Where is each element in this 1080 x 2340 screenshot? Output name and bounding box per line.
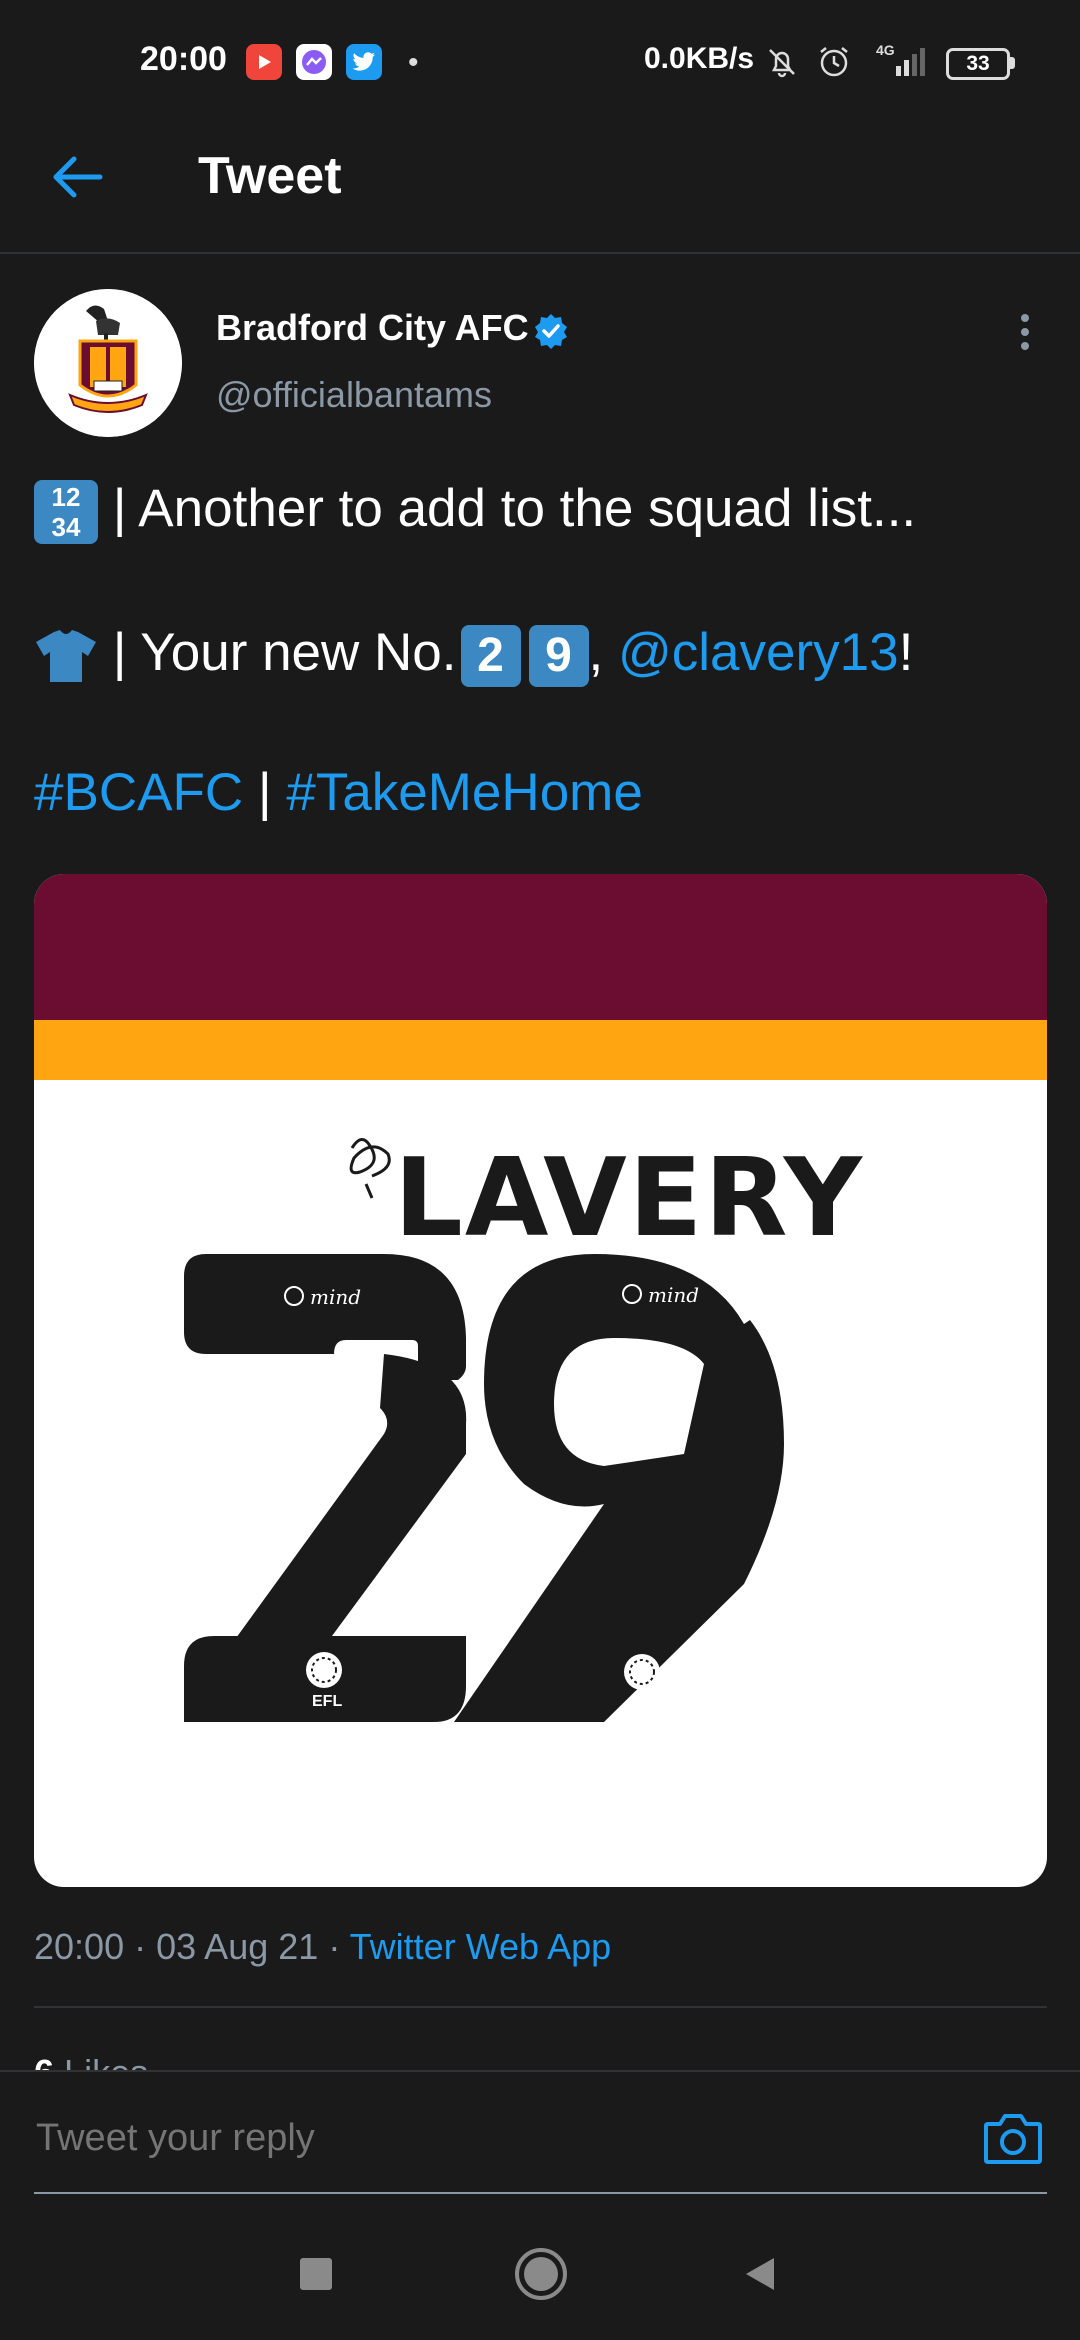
divider [34, 2006, 1047, 2008]
signal-icon [896, 48, 925, 76]
mind-sponsor-text-left: mind [310, 1285, 361, 1309]
tweet-source-link[interactable]: Twitter Web App [350, 1926, 611, 1967]
claret-stripe [34, 874, 1047, 1020]
reply-input-underline [34, 2192, 1047, 2194]
mind-sponsor-text-right: mind [648, 1283, 699, 1307]
hashtag-bcafc[interactable]: #BCAFC [34, 763, 243, 822]
recents-square-icon[interactable] [300, 2258, 332, 2290]
top-app-bar [0, 125, 1080, 254]
shirt-number-29: mind mind EFL EFL [184, 1254, 784, 1722]
battery-indicator: 33 [946, 48, 1010, 80]
signature-scribble [349, 1138, 391, 1199]
shirt-surname: LAVERY [394, 1136, 864, 1261]
alarm-icon [820, 47, 848, 77]
meta-separator: · [328, 1926, 341, 1967]
battery-tip [1010, 57, 1015, 69]
status-bar: 20:00 • 0.0KB/s 4G 33 [0, 0, 1080, 125]
reply-input[interactable] [34, 2116, 938, 2161]
network-speed: 0.0KB/s [644, 42, 755, 75]
status-dot: • [408, 46, 419, 79]
back-arrow-icon[interactable] [50, 151, 114, 203]
tweet-text-line-3: #BCAFC | #TakeMeHome [34, 762, 643, 823]
more-options-icon[interactable] [1014, 312, 1036, 352]
tweet-line-2-prefix: | Your new No. [112, 623, 457, 682]
efl-badge-right [624, 1654, 660, 1690]
mention-link[interactable]: @clavery13 [618, 623, 899, 682]
page-title: Tweet [198, 147, 342, 205]
author-handle[interactable]: @officialbantams [216, 374, 492, 416]
input-numbers-emoji-icon: 12 34 [34, 480, 98, 544]
amber-stripe [34, 1020, 1047, 1080]
keycap-digit-9: 9 [528, 625, 589, 687]
mute-bell-icon [769, 49, 795, 78]
tshirt-emoji-icon [36, 630, 96, 682]
club-crest-logo [34, 289, 182, 437]
twitter-icon [346, 44, 382, 80]
camera-icon[interactable] [982, 2110, 1044, 2166]
keycap-digit-2: 2 [460, 625, 521, 687]
messenger-icon [296, 44, 332, 80]
meta-separator: · [134, 1926, 147, 1967]
tweet-text-line-1: 12 34 | Another to add to the squad list.… [34, 478, 916, 544]
tweet-line-1-text: | Another to add to the squad list... [112, 479, 917, 538]
efl-badge-left [306, 1652, 342, 1688]
author-name[interactable]: Bradford City AFC [216, 307, 529, 349]
back-triangle-icon[interactable] [740, 2254, 780, 2294]
video-app-icon [246, 44, 282, 80]
home-circle-icon[interactable] [513, 2246, 569, 2302]
hashtag-takemehome[interactable]: #TakeMeHome [286, 763, 642, 822]
tweet-line-2-suffix: ! [898, 623, 914, 682]
efl-text-left: EFL [312, 1693, 342, 1710]
tweet-text-line-2: | Your new No. 2 9, @clavery13! [34, 622, 913, 687]
tweet-date: 03 Aug 21 [156, 1926, 319, 1967]
status-time: 20:00 [140, 40, 227, 78]
verified-badge-icon [535, 314, 567, 349]
tweet-meta: 20:00 · 03 Aug 21 · Twitter Web App [34, 1926, 611, 1968]
avatar[interactable] [34, 289, 182, 437]
tweet-media-image[interactable]: LAVERY mind mind EFL EFL [34, 874, 1047, 1887]
tweet-line-2-comma: , [588, 623, 604, 682]
tweet-time: 20:00 [34, 1926, 125, 1967]
hashtag-separator: | [257, 763, 272, 822]
efl-text-right: EFL [630, 1695, 660, 1712]
